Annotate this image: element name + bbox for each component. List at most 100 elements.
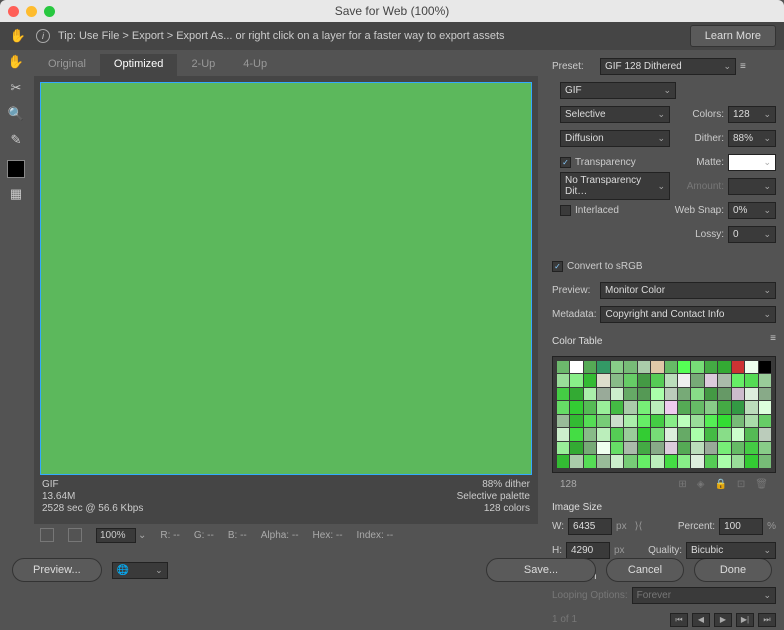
- color-swatch[interactable]: [570, 455, 582, 467]
- color-swatch[interactable]: [678, 388, 690, 400]
- srgb-checkbox[interactable]: ✓: [552, 261, 563, 272]
- color-swatch[interactable]: [745, 415, 757, 427]
- color-swatch[interactable]: [732, 388, 744, 400]
- color-swatch[interactable]: [665, 401, 677, 413]
- color-swatch[interactable]: [557, 428, 569, 440]
- color-swatch[interactable]: [732, 374, 744, 386]
- color-swatch[interactable]: [705, 361, 717, 373]
- color-swatch[interactable]: [584, 361, 596, 373]
- color-swatch[interactable]: [678, 361, 690, 373]
- color-swatch[interactable]: [557, 415, 569, 427]
- format-select[interactable]: GIF: [560, 82, 676, 99]
- tab-original[interactable]: Original: [34, 54, 100, 76]
- color-swatch[interactable]: [638, 442, 650, 454]
- color-swatch[interactable]: [584, 455, 596, 467]
- color-swatch[interactable]: [718, 428, 730, 440]
- color-swatch[interactable]: [705, 415, 717, 427]
- color-swatch[interactable]: [691, 374, 703, 386]
- dither-method-select[interactable]: Diffusion: [560, 130, 670, 147]
- learn-more-button[interactable]: Learn More: [690, 25, 776, 47]
- color-swatch[interactable]: [570, 361, 582, 373]
- tab-2up[interactable]: 2-Up: [177, 54, 229, 76]
- color-swatch[interactable]: [557, 442, 569, 454]
- color-swatch[interactable]: [584, 401, 596, 413]
- color-swatch[interactable]: [745, 361, 757, 373]
- color-swatch[interactable]: [638, 401, 650, 413]
- color-swatch[interactable]: [638, 428, 650, 440]
- color-swatch[interactable]: [718, 361, 730, 373]
- color-swatch[interactable]: [570, 374, 582, 386]
- tab-optimized[interactable]: Optimized: [100, 54, 178, 76]
- color-swatch[interactable]: [665, 361, 677, 373]
- preview-canvas[interactable]: [40, 82, 532, 475]
- width-input[interactable]: [568, 518, 612, 535]
- color-swatch[interactable]: [570, 401, 582, 413]
- color-swatch[interactable]: [759, 442, 771, 454]
- hand-icon[interactable]: ✋: [8, 26, 28, 46]
- color-swatch[interactable]: [691, 415, 703, 427]
- swatch-grid[interactable]: [557, 361, 771, 468]
- color-swatch[interactable]: [651, 428, 663, 440]
- color-swatch[interactable]: [611, 374, 623, 386]
- color-swatch[interactable]: [624, 442, 636, 454]
- color-swatch[interactable]: [678, 415, 690, 427]
- color-swatch[interactable]: [759, 415, 771, 427]
- color-swatch[interactable]: [732, 401, 744, 413]
- color-swatch[interactable]: [570, 415, 582, 427]
- color-swatch[interactable]: [745, 374, 757, 386]
- color-swatch[interactable]: [732, 415, 744, 427]
- color-swatch[interactable]: [732, 442, 744, 454]
- color-swatch[interactable]: [651, 361, 663, 373]
- color-swatch[interactable]: [718, 388, 730, 400]
- color-swatch[interactable]: [611, 442, 623, 454]
- color-swatch[interactable]: [759, 428, 771, 440]
- color-swatch[interactable]: [624, 388, 636, 400]
- color-swatch[interactable]: [624, 374, 636, 386]
- lossy-select[interactable]: 0: [728, 226, 776, 243]
- color-swatch[interactable]: [759, 401, 771, 413]
- toggle-icon[interactable]: ▦: [6, 184, 26, 204]
- color-swatch[interactable]: [691, 455, 703, 467]
- cancel-button[interactable]: Cancel: [606, 558, 684, 582]
- color-swatch[interactable]: [732, 428, 744, 440]
- colortable-menu-icon[interactable]: ≡: [770, 333, 776, 344]
- ct-icon-map[interactable]: ◈: [697, 479, 705, 490]
- color-swatch[interactable]: [759, 455, 771, 467]
- color-swatch[interactable]: [624, 361, 636, 373]
- matte-select[interactable]: [728, 154, 776, 171]
- ct-icon-trash[interactable]: 🗑: [755, 479, 768, 490]
- websnap-select[interactable]: 0%: [728, 202, 776, 219]
- done-button[interactable]: Done: [694, 558, 772, 582]
- color-swatch[interactable]: [732, 361, 744, 373]
- interlaced-checkbox[interactable]: [560, 205, 571, 216]
- color-swatch[interactable]: [678, 442, 690, 454]
- color-swatch[interactable]: [718, 455, 730, 467]
- color-swatch[interactable]: [624, 401, 636, 413]
- color-swatch[interactable]: [665, 374, 677, 386]
- color-swatch[interactable]: [557, 388, 569, 400]
- color-swatch[interactable]: [745, 455, 757, 467]
- color-swatch[interactable]: [570, 388, 582, 400]
- browser-select[interactable]: 🌐: [112, 562, 168, 579]
- color-swatch[interactable]: [584, 442, 596, 454]
- trans-dither-select[interactable]: No Transparency Dit…: [560, 172, 670, 200]
- quality-select[interactable]: Bicubic: [686, 542, 776, 559]
- color-swatch[interactable]: [570, 428, 582, 440]
- ct-icon-lock[interactable]: ⊞: [678, 479, 686, 490]
- color-swatch[interactable]: [665, 455, 677, 467]
- color-swatch[interactable]: [691, 401, 703, 413]
- color-swatch[interactable]: [678, 455, 690, 467]
- color-swatch[interactable]: [718, 401, 730, 413]
- zoom-icon[interactable]: [44, 6, 55, 17]
- color-swatch[interactable]: [597, 401, 609, 413]
- color-swatch[interactable]: [557, 455, 569, 467]
- color-swatch[interactable]: [665, 428, 677, 440]
- chevron-down-icon[interactable]: ⌄: [138, 530, 146, 541]
- color-swatch[interactable]: [584, 388, 596, 400]
- color-swatch[interactable]: [691, 428, 703, 440]
- zoom-input[interactable]: [96, 528, 136, 543]
- color-swatch[interactable]: [705, 428, 717, 440]
- color-swatch[interactable]: [678, 428, 690, 440]
- color-swatch[interactable]: [584, 415, 596, 427]
- color-swatch[interactable]: [718, 374, 730, 386]
